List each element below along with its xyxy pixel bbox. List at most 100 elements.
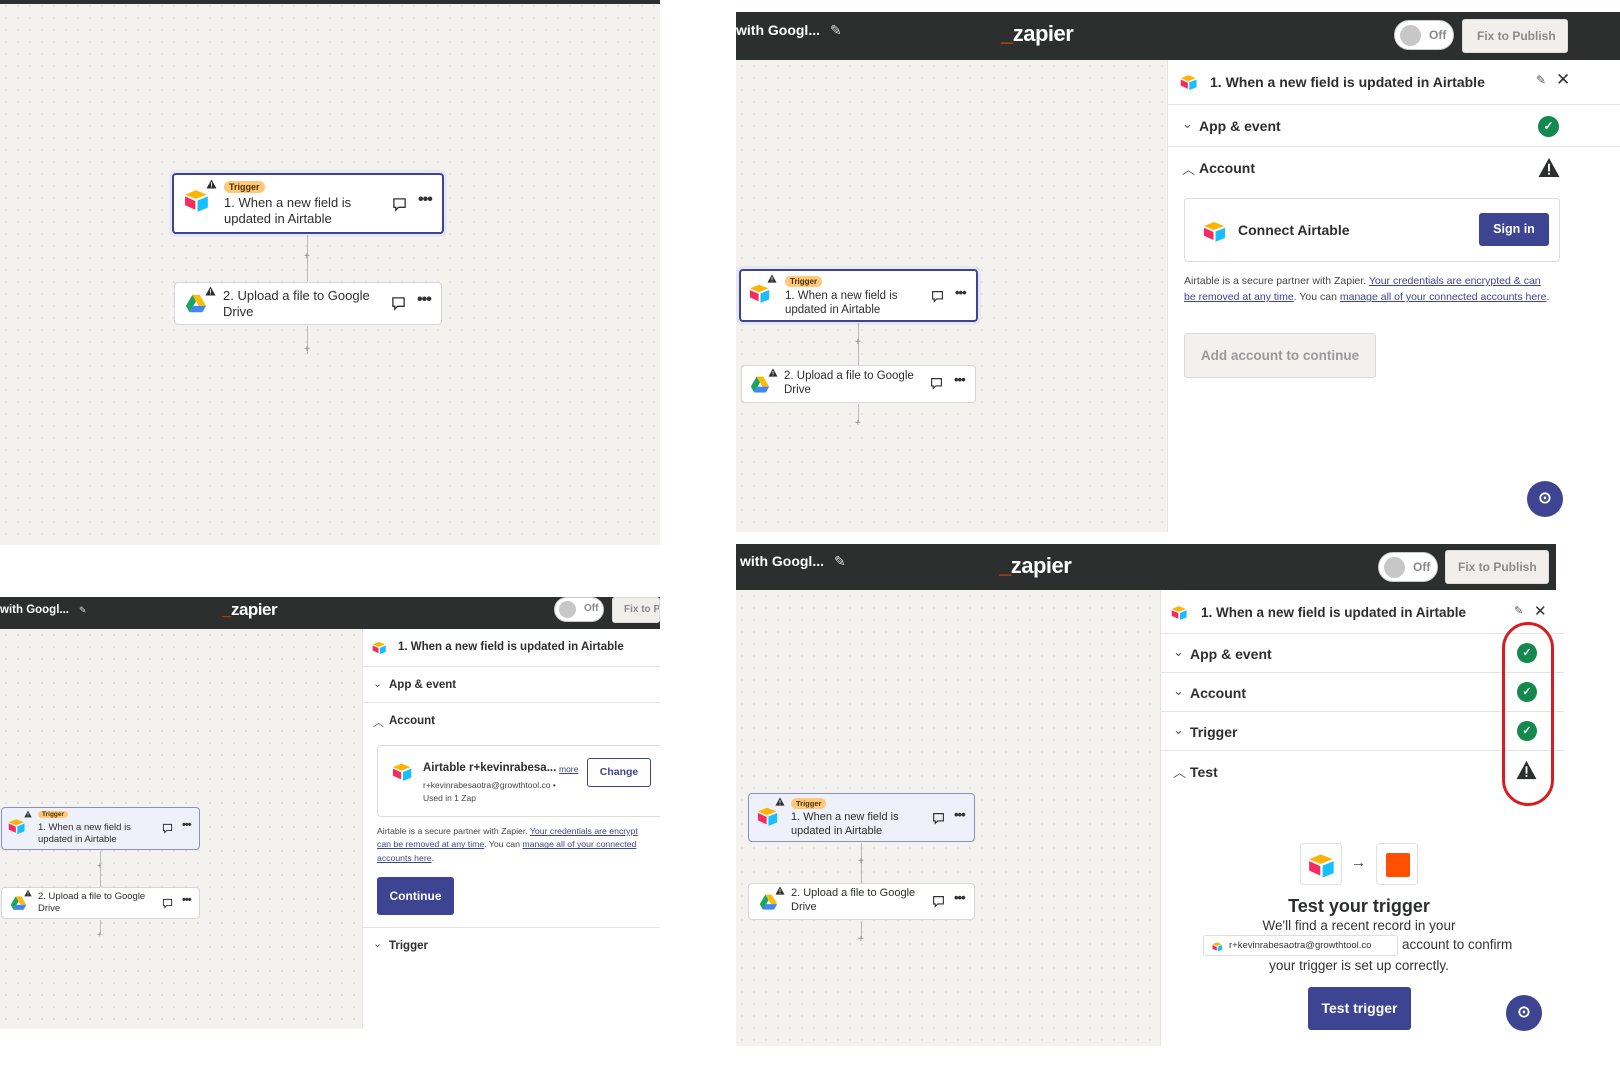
more-dots-icon[interactable]: ••• — [417, 291, 432, 309]
zap-name[interactable]: with Googl... ✎ — [740, 553, 846, 570]
step-editor-panel: 1. When a new field is updated in Airtab… — [1167, 60, 1620, 532]
sign-in-button[interactable]: Sign in — [1479, 213, 1549, 246]
panel-account-selected: with Googl... ✎ _zapier Off Fix to P Trig… — [0, 597, 660, 1029]
close-icon[interactable]: ✕ — [1556, 70, 1570, 90]
top-edge-bar — [0, 0, 660, 4]
pencil-icon[interactable]: ✎ — [830, 22, 842, 39]
add-step-plus[interactable]: + — [858, 856, 864, 867]
section-account[interactable]: ︿ Account — [363, 703, 660, 737]
comment-icon[interactable] — [930, 377, 943, 390]
step-1-card[interactable]: Trigger 1. When a new field is updated in… — [172, 173, 444, 234]
airtable-icon — [1203, 219, 1227, 243]
step-2-card[interactable]: 2. Upload a file to Google Drive ••• — [174, 282, 442, 325]
warning-icon — [24, 810, 32, 818]
zap-name[interactable]: with Googl... ✎ — [736, 22, 842, 39]
fix-to-publish-button[interactable]: Fix to P — [612, 597, 660, 623]
more-dots-icon[interactable]: ••• — [955, 285, 967, 300]
security-note: Airtable is a secure partner with Zapier… — [377, 826, 638, 863]
publish-toggle[interactable]: Off — [554, 597, 604, 622]
step-2-card[interactable]: 2. Upload a file to Google Drive ••• — [748, 883, 975, 920]
step-2-title: 2. Upload a file to Google Drive — [223, 288, 370, 320]
add-step-plus[interactable]: + — [304, 344, 310, 355]
account-usage: Used in 1 Zap — [423, 793, 476, 803]
test-trigger-button[interactable]: Test trigger — [1308, 987, 1411, 1030]
airtable-icon — [1308, 851, 1336, 879]
credentials-link[interactable]: Your credentials are encrypt — [530, 826, 638, 836]
step-2-card[interactable]: 2. Upload a file to Google Drive ••• — [741, 365, 976, 403]
fix-to-publish-button[interactable]: Fix to Publish — [1445, 550, 1549, 584]
change-button[interactable]: Change — [587, 758, 651, 787]
fix-to-publish-button[interactable]: Fix to Publish — [1462, 19, 1568, 53]
add-step-plus[interactable]: + — [855, 337, 861, 348]
more-dots-icon[interactable]: ••• — [182, 819, 192, 831]
zapier-logo: _zapier — [1001, 21, 1074, 46]
add-step-plus[interactable]: + — [97, 930, 102, 939]
manage-accounts-link[interactable]: manage all of your connected accounts he… — [1340, 291, 1547, 303]
warning-icon — [768, 368, 778, 377]
comment-icon[interactable] — [391, 296, 406, 311]
comment-icon[interactable] — [162, 898, 173, 909]
manage-accounts-link-cont[interactable]: accounts here — [377, 853, 432, 863]
manage-accounts-link[interactable]: manage all of your connected — [522, 839, 636, 849]
warning-icon — [767, 274, 777, 283]
google-drive-icon — [759, 893, 778, 912]
step-1-card[interactable]: Trigger 1. When a new field is updated in… — [748, 793, 975, 842]
more-dots-icon[interactable]: ••• — [418, 191, 433, 209]
panel-title: 1. When a new field is updated in Airtab… — [1201, 605, 1467, 620]
comment-icon[interactable] — [392, 197, 407, 212]
panel-connect-account: with Googl... ✎ _zapier Off Fix to Publis… — [736, 12, 1620, 532]
add-account-button[interactable]: Add account to continue — [1184, 333, 1376, 378]
close-icon[interactable]: ✕ — [1534, 602, 1547, 620]
section-trigger[interactable]: ⌄ Trigger — [363, 929, 660, 963]
zap-canvas[interactable]: Trigger 1. When a new field is updated in… — [0, 629, 362, 1029]
account-email: r+kevinrabesaotra@growthtool.co • — [423, 780, 556, 790]
add-step-plus[interactable]: + — [855, 418, 861, 429]
account-name: Airtable r+kevinrabesa... — [423, 762, 557, 774]
more-dots-icon[interactable]: ••• — [954, 807, 966, 822]
pencil-icon[interactable]: ✎ — [1536, 73, 1546, 87]
more-dots-icon[interactable]: ••• — [954, 890, 966, 905]
comment-icon[interactable] — [931, 290, 944, 303]
add-step-plus[interactable]: + — [304, 251, 310, 262]
add-step-plus[interactable]: + — [858, 934, 864, 945]
section-account[interactable]: ︿ Account — [1168, 147, 1620, 187]
more-dots-icon[interactable]: ••• — [954, 372, 966, 387]
panel-title: 1. When a new field is updated in Airtab… — [1210, 74, 1485, 90]
section-app-event[interactable]: ⌄ App & event — [363, 667, 660, 703]
zap-canvas[interactable]: Trigger 1. When a new field is updated in… — [0, 0, 660, 545]
divider — [363, 927, 660, 928]
pencil-icon[interactable]: ✎ — [1514, 604, 1523, 617]
section-app-event[interactable]: ⌄ App & event ✓ — [1168, 105, 1620, 147]
comment-icon[interactable] — [932, 812, 945, 825]
warning-icon — [206, 179, 217, 189]
annotation-highlight-oval — [1502, 622, 1554, 806]
add-step-plus[interactable]: + — [97, 861, 102, 870]
editor-topbar: with Googl... ✎ _zapier Off Fix to Publis… — [736, 544, 1556, 590]
zap-canvas[interactable]: Trigger 1. When a new field is updated in… — [736, 60, 1167, 532]
more-link[interactable]: more — [559, 764, 578, 774]
chevron-down-icon: ⌄ — [1173, 722, 1184, 737]
chevron-down-icon: ⌄ — [373, 938, 383, 950]
airtable-icon — [1171, 604, 1188, 621]
panel-header: 1. When a new field is updated in Airtab… — [363, 629, 660, 667]
step-2-card[interactable]: 2. Upload a file to Google Drive ••• — [1, 887, 200, 919]
trigger-badge: Trigger — [224, 181, 265, 193]
editor-topbar: with Googl... ✎ _zapier Off Fix to P — [0, 597, 660, 629]
step-1-title: 1. When a new field is updated in Airtabl… — [785, 290, 898, 317]
publish-toggle[interactable]: Off — [1394, 20, 1454, 50]
comment-icon[interactable] — [932, 895, 945, 908]
comment-icon[interactable] — [162, 823, 173, 834]
pencil-icon[interactable]: ✎ — [834, 553, 846, 570]
zap-name[interactable]: with Googl... ✎ — [0, 604, 87, 616]
step-1-card[interactable]: Trigger 1. When a new field is updated in… — [1, 807, 200, 850]
zap-canvas[interactable]: Trigger 1. When a new field is updated in… — [736, 590, 1160, 1046]
pencil-icon[interactable]: ✎ — [79, 605, 87, 616]
more-dots-icon[interactable]: ••• — [182, 894, 192, 906]
step-1-card[interactable]: Trigger 1. When a new field is updated in… — [739, 269, 978, 322]
credentials-link-cont[interactable]: can be removed at any time — [377, 839, 484, 849]
editor-topbar: with Googl... ✎ _zapier Off Fix to Publis… — [736, 12, 1620, 60]
help-icon[interactable]: ⊙ — [1527, 481, 1563, 517]
publish-toggle[interactable]: Off — [1378, 552, 1438, 582]
help-icon[interactable]: ⊙ — [1506, 995, 1542, 1031]
continue-button[interactable]: Continue — [377, 877, 454, 915]
